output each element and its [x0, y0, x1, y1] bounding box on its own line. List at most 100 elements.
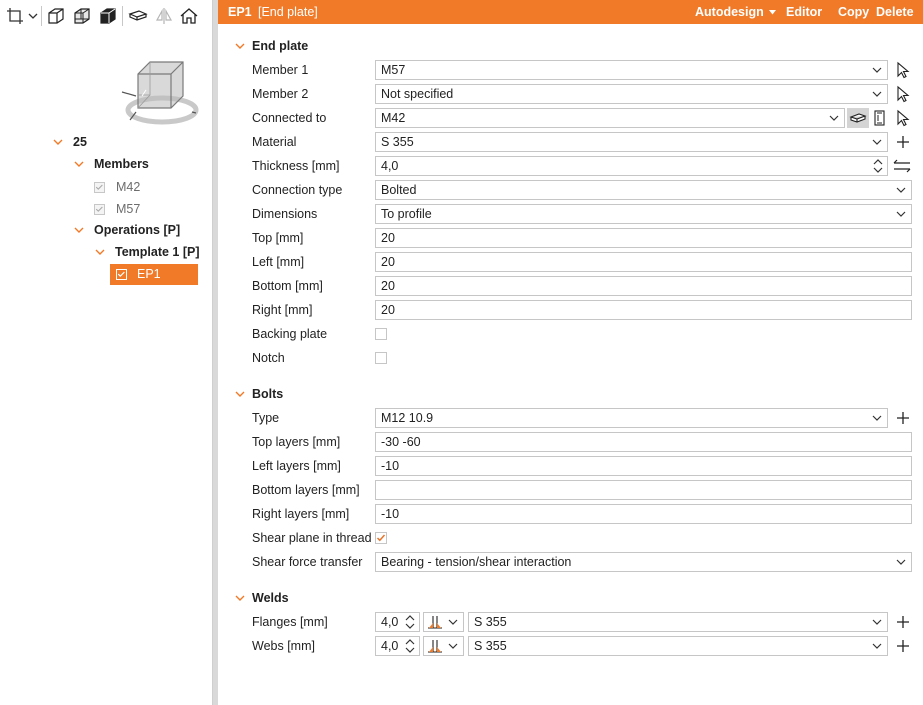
chevron-down-icon[interactable] [234, 39, 246, 53]
left-input[interactable]: 20 [375, 252, 912, 272]
flanges-size-value: 4,0 [381, 615, 399, 629]
member2-label: Member 2 [252, 87, 309, 101]
thickness-value: 4,0 [381, 159, 399, 173]
crop-icon[interactable] [4, 5, 26, 27]
top-label: Top [mm] [252, 231, 304, 245]
flanges-material-value: S 355 [474, 615, 507, 629]
pick-cursor-icon[interactable] [895, 60, 911, 80]
home-icon[interactable] [178, 5, 200, 27]
flanges-label: Flanges [mm] [252, 615, 328, 629]
connection-type-label: Connection type [252, 183, 343, 197]
webs-material-select[interactable]: S 355 [468, 636, 888, 656]
flanges-size-input[interactable]: 4,0 [375, 612, 420, 632]
webs-size-value: 4,0 [381, 639, 399, 653]
connection-type-select[interactable]: Bolted [375, 180, 912, 200]
chevron-down-icon[interactable] [52, 132, 64, 152]
header-name: [End plate] [258, 5, 318, 19]
right-label: Right [mm] [252, 303, 313, 317]
chevron-down-icon [871, 85, 883, 103]
add-icon[interactable] [895, 636, 911, 656]
spinner-icon[interactable] [872, 157, 884, 175]
connected-to-select[interactable]: M42 [375, 108, 845, 128]
backing-plate-checkbox[interactable] [375, 328, 387, 340]
pick-cursor-icon[interactable] [895, 84, 911, 104]
section-title-welds[interactable]: Welds [252, 589, 289, 607]
chevron-down-icon [447, 637, 459, 655]
section-box-icon[interactable] [127, 5, 149, 27]
add-icon[interactable] [895, 408, 911, 428]
notch-checkbox[interactable] [375, 352, 387, 364]
connected-to-label: Connected to [252, 111, 327, 125]
shear-force-select[interactable]: Bearing - tension/shear interaction [375, 552, 912, 572]
chevron-down-icon[interactable] [94, 242, 106, 262]
tree-item-ep1[interactable]: EP1 [110, 264, 198, 285]
pick-cursor-icon[interactable] [895, 108, 911, 128]
material-label: Material [252, 135, 297, 149]
tree-template[interactable]: Template 1 [P] [115, 242, 200, 262]
chevron-down-icon[interactable] [234, 591, 246, 605]
tree-member-item[interactable]: M42 [116, 177, 140, 197]
tree-operations[interactable]: Operations [P] [94, 220, 180, 240]
view-cube[interactable] [116, 52, 202, 132]
top-layers-input[interactable]: -30 -60 [375, 432, 912, 452]
toolbar-separator [122, 6, 123, 26]
top-input[interactable]: 20 [375, 228, 912, 248]
tree-members[interactable]: Members [94, 154, 149, 174]
transparent-cube-icon[interactable] [71, 5, 93, 27]
wireframe-cube-icon[interactable] [45, 5, 67, 27]
shear-plane-checkbox[interactable] [375, 532, 387, 544]
fillet-weld-icon [426, 637, 444, 655]
add-icon[interactable] [895, 612, 911, 632]
solid-cube-icon[interactable] [97, 5, 119, 27]
section-title-bolts[interactable]: Bolts [252, 385, 283, 403]
editor-button[interactable]: Editor [786, 0, 822, 24]
checkbox-checked-icon[interactable] [116, 269, 127, 280]
copy-button[interactable]: Copy [838, 0, 869, 24]
spinner-icon[interactable] [404, 613, 416, 631]
autodesign-label: Autodesign [695, 5, 764, 19]
add-icon[interactable] [895, 132, 911, 152]
flanges-material-select[interactable]: S 355 [468, 612, 888, 632]
tree-member-item[interactable]: M57 [116, 199, 140, 219]
chevron-down-icon[interactable] [234, 387, 246, 401]
chevron-down-icon[interactable] [73, 220, 85, 240]
autodesign-button[interactable]: Autodesign [695, 0, 776, 24]
flanges-weld-type-select[interactable] [423, 612, 464, 632]
spinner-icon[interactable] [404, 637, 416, 655]
swap-direction-icon[interactable] [892, 156, 912, 176]
chevron-down-icon [828, 109, 840, 127]
left-label: Left [mm] [252, 255, 305, 269]
member2-select[interactable]: Not specified [375, 84, 888, 104]
tree-root[interactable]: 25 [73, 132, 87, 152]
bottom-input[interactable]: 20 [375, 276, 912, 296]
webs-weld-type-select[interactable] [423, 636, 464, 656]
section-title-end-plate[interactable]: End plate [252, 37, 308, 55]
toolbar-separator [41, 6, 42, 26]
connect-to-edge-icon[interactable] [872, 108, 888, 128]
shear-force-value: Bearing - tension/shear interaction [381, 555, 572, 569]
checkmark-icon [376, 534, 386, 542]
thickness-input[interactable]: 4,0 [375, 156, 888, 176]
webs-size-input[interactable]: 4,0 [375, 636, 420, 656]
material-select[interactable]: S 355 [375, 132, 888, 152]
chevron-down-icon [871, 133, 883, 151]
bolt-type-select[interactable]: M12 10.9 [375, 408, 888, 428]
bottom-layers-input[interactable] [375, 480, 912, 500]
right-input[interactable]: 20 [375, 300, 912, 320]
chevron-down-icon[interactable] [73, 154, 85, 174]
panel-splitter[interactable] [212, 0, 218, 705]
header-id: EP1 [228, 5, 252, 19]
member-checkbox [94, 204, 105, 215]
right-layers-input[interactable]: -10 [375, 504, 912, 524]
member1-select[interactable]: M57 [375, 60, 888, 80]
top-layers-label: Top layers [mm] [252, 435, 341, 449]
caret-down-icon [768, 10, 776, 15]
connection-type-value: Bolted [381, 183, 417, 197]
dimensions-select[interactable]: To profile [375, 204, 912, 224]
delete-button[interactable]: Delete [876, 0, 914, 24]
chevron-down-icon [895, 181, 907, 199]
webs-label: Webs [mm] [252, 639, 315, 653]
chevron-down-icon[interactable] [26, 5, 40, 27]
left-layers-input[interactable]: -10 [375, 456, 912, 476]
connect-to-face-icon[interactable] [847, 108, 869, 128]
